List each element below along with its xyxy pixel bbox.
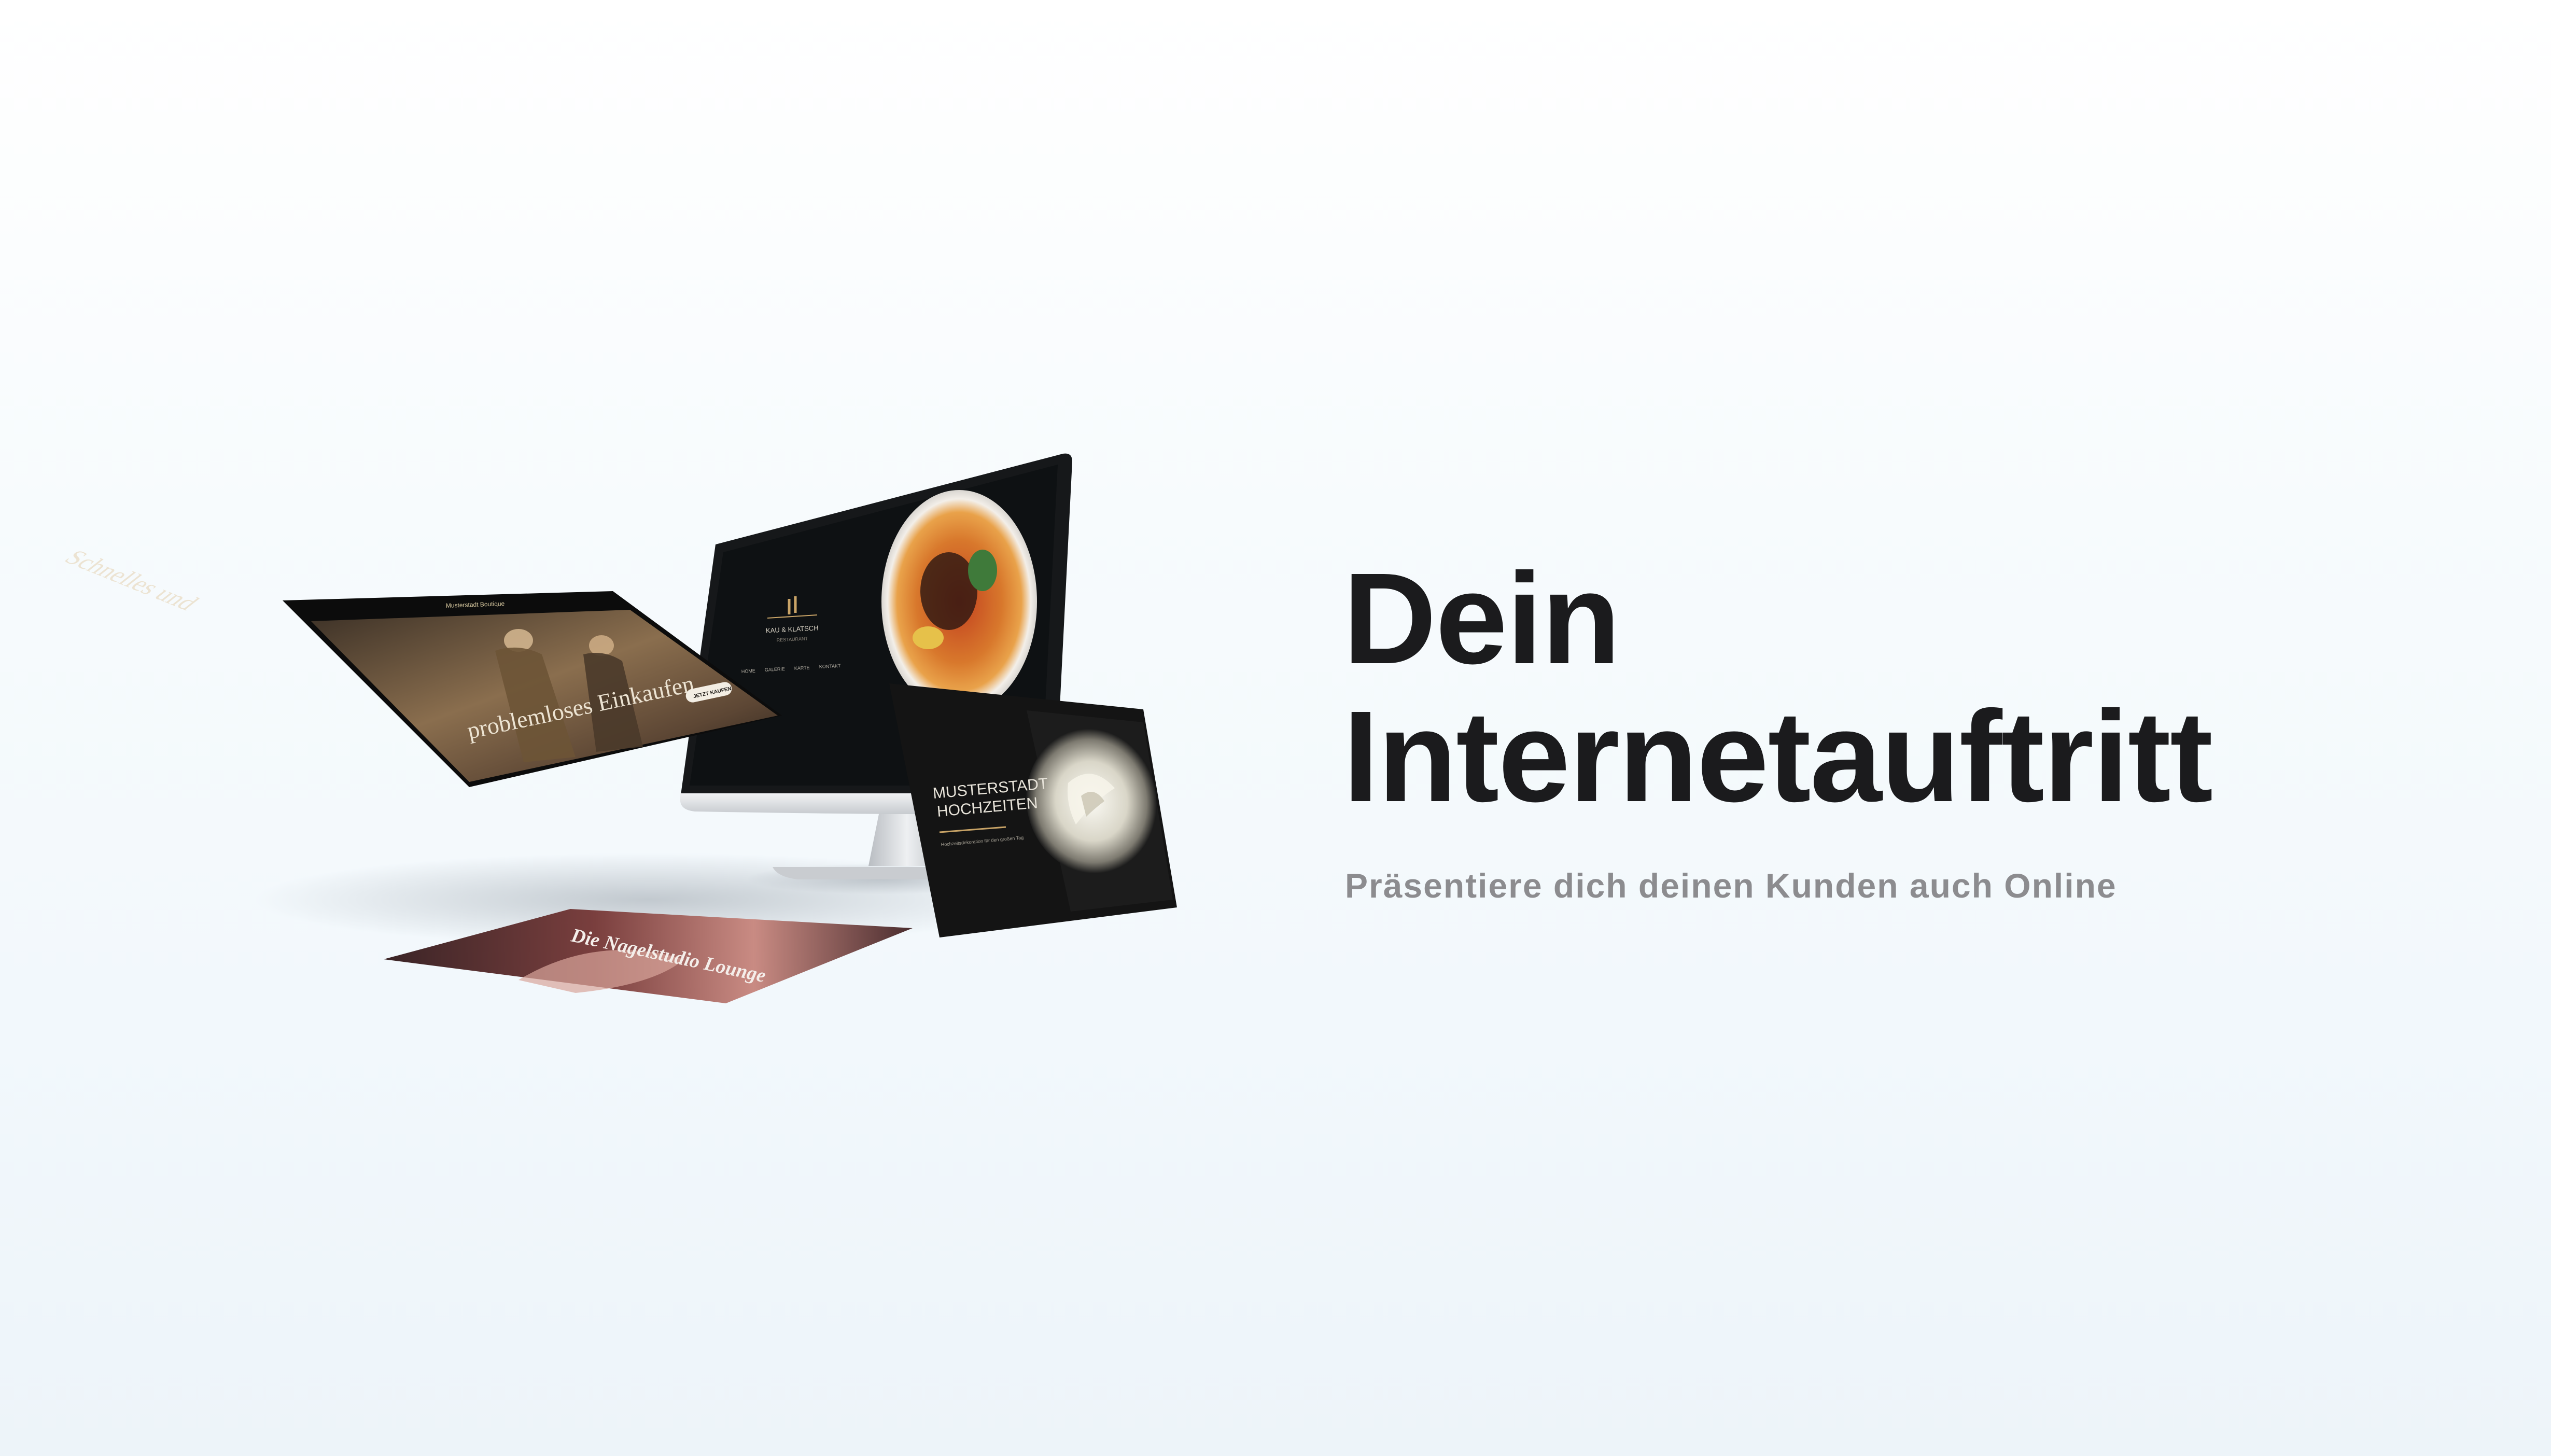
hero-title-line-2: Internetauftritt	[1343, 684, 2213, 829]
hero-title: Dein Internetauftritt	[1343, 546, 2213, 829]
boutique-screen-mockup: Musterstadt Boutique Schnelles und probl…	[58, 546, 782, 787]
boutique-headline-1: Schnelles und	[58, 546, 206, 614]
hero-subtitle: Präsentiere dich deinen Kunden auch Onli…	[1345, 866, 2117, 905]
nav-item-galerie: GALERIE	[765, 666, 785, 673]
nav-item-home: HOME	[741, 668, 755, 674]
wedding-card-mockup: MUSTERSTADT HOCHZEITEN Hochzeitsdekorati…	[889, 683, 1177, 937]
nav-item-karte: KARTE	[794, 665, 810, 671]
mockup-illustration: KAU & KLATSCH RESTAURANT HOME GALERIE KA…	[0, 0, 1244, 1456]
hero-title-line-1: Dein	[1343, 546, 1621, 691]
